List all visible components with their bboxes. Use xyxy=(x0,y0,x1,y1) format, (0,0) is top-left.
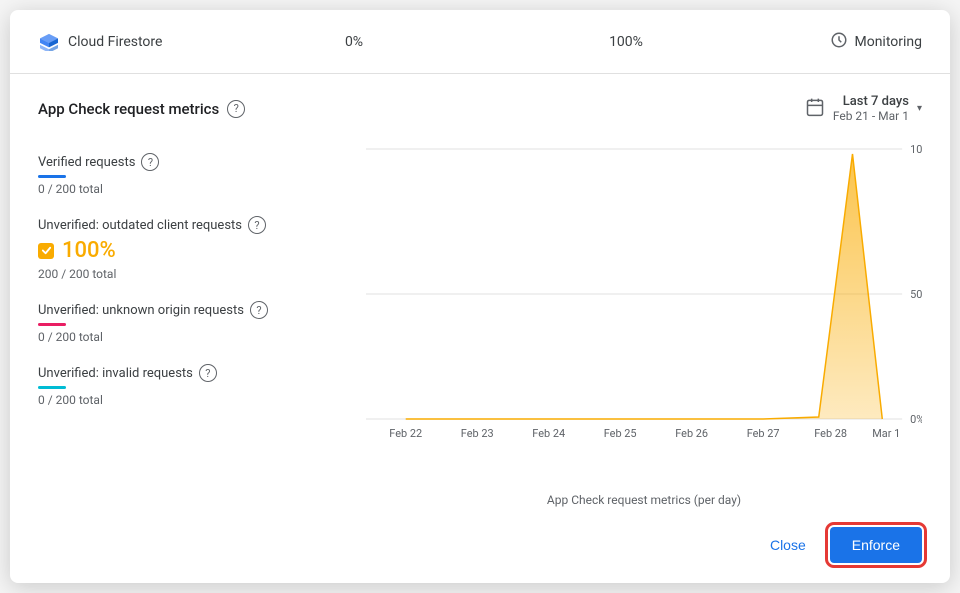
metrics-help-icon[interactable]: ? xyxy=(227,100,245,118)
close-button[interactable]: Close xyxy=(754,529,822,561)
svg-text:Mar 1: Mar 1 xyxy=(872,427,900,440)
metrics-header: App Check request metrics ? Last 7 days … xyxy=(38,94,922,123)
service-label: Cloud Firestore xyxy=(68,34,162,50)
outdated-label: Unverified: outdated client requests xyxy=(38,218,242,233)
svg-text:Feb 26: Feb 26 xyxy=(675,427,708,440)
chart-container: 100% 50% 0% xyxy=(358,139,922,511)
unknown-line xyxy=(38,323,66,326)
percent-100: 100% xyxy=(490,34,762,50)
svg-text:Feb 22: Feb 22 xyxy=(389,427,422,440)
svg-text:Feb 27: Feb 27 xyxy=(747,427,780,440)
footer: Close Enforce xyxy=(10,511,950,583)
invalid-line xyxy=(38,386,66,389)
chart-svg: 100% 50% 0% xyxy=(366,139,922,449)
verified-total: 0 / 200 total xyxy=(38,182,358,196)
outdated-help-icon[interactable]: ? xyxy=(248,216,266,234)
chevron-down-icon: ▾ xyxy=(917,103,922,114)
legend-item-verified: Verified requests ? 0 / 200 total xyxy=(38,143,358,206)
date-range-line1: Last 7 days xyxy=(833,94,909,109)
invalid-label: Unverified: invalid requests xyxy=(38,366,193,381)
calendar-icon xyxy=(805,97,825,121)
legend-item-invalid: Unverified: invalid requests ? 0 / 200 t… xyxy=(38,354,358,417)
outdated-total: 200 / 200 total xyxy=(38,267,358,281)
main-content: App Check request metrics ? Last 7 days … xyxy=(10,74,950,511)
service-info: Cloud Firestore xyxy=(38,33,218,51)
svg-text:100%: 100% xyxy=(910,143,922,156)
verified-label: Verified requests xyxy=(38,155,135,170)
top-bar: Cloud Firestore 0% 100% Monitoring xyxy=(10,10,950,74)
unknown-label: Unverified: unknown origin requests xyxy=(38,303,244,318)
svg-text:0%: 0% xyxy=(910,413,922,426)
clock-icon xyxy=(830,31,848,53)
legend-invalid-title: Unverified: invalid requests ? xyxy=(38,364,358,382)
metrics-title-row: App Check request metrics ? xyxy=(38,100,245,118)
svg-text:Feb 25: Feb 25 xyxy=(604,427,637,440)
invalid-total: 0 / 200 total xyxy=(38,393,358,407)
svg-text:50%: 50% xyxy=(910,288,922,301)
chart-svg-wrap: 100% 50% 0% xyxy=(366,139,922,487)
legend-item-outdated: Unverified: outdated client requests ? 1… xyxy=(38,206,358,291)
legend-unknown-title: Unverified: unknown origin requests ? xyxy=(38,301,358,319)
legend: Verified requests ? 0 / 200 total Unveri… xyxy=(38,139,358,511)
monitoring-section: Monitoring xyxy=(762,31,922,53)
legend-verified-title: Verified requests ? xyxy=(38,153,358,171)
svg-text:Feb 28: Feb 28 xyxy=(814,427,847,440)
legend-item-unknown: Unverified: unknown origin requests ? 0 … xyxy=(38,291,358,354)
verified-line xyxy=(38,175,66,178)
legend-outdated-title: Unverified: outdated client requests ? xyxy=(38,216,358,234)
app-check-dialog: Cloud Firestore 0% 100% Monitoring App C… xyxy=(10,10,950,583)
date-range-line2: Feb 21 - Mar 1 xyxy=(833,109,909,123)
firestore-icon xyxy=(38,33,60,51)
enforce-button[interactable]: Enforce xyxy=(830,527,922,563)
chart-area: Verified requests ? 0 / 200 total Unveri… xyxy=(38,139,922,511)
svg-text:Feb 23: Feb 23 xyxy=(461,427,494,440)
outdated-percentage: 100% xyxy=(62,238,116,263)
monitoring-label: Monitoring xyxy=(854,34,922,50)
unknown-total: 0 / 200 total xyxy=(38,330,358,344)
date-range-text: Last 7 days Feb 21 - Mar 1 xyxy=(833,94,909,123)
percent-0: 0% xyxy=(218,34,490,50)
invalid-help-icon[interactable]: ? xyxy=(199,364,217,382)
chart-x-label: App Check request metrics (per day) xyxy=(366,487,922,511)
unknown-help-icon[interactable]: ? xyxy=(250,301,268,319)
metrics-title: App Check request metrics xyxy=(38,100,219,118)
svg-text:Feb 24: Feb 24 xyxy=(532,427,565,440)
outdated-checkbox[interactable] xyxy=(38,243,54,259)
verified-help-icon[interactable]: ? xyxy=(141,153,159,171)
date-range-picker[interactable]: Last 7 days Feb 21 - Mar 1 ▾ xyxy=(805,94,922,123)
